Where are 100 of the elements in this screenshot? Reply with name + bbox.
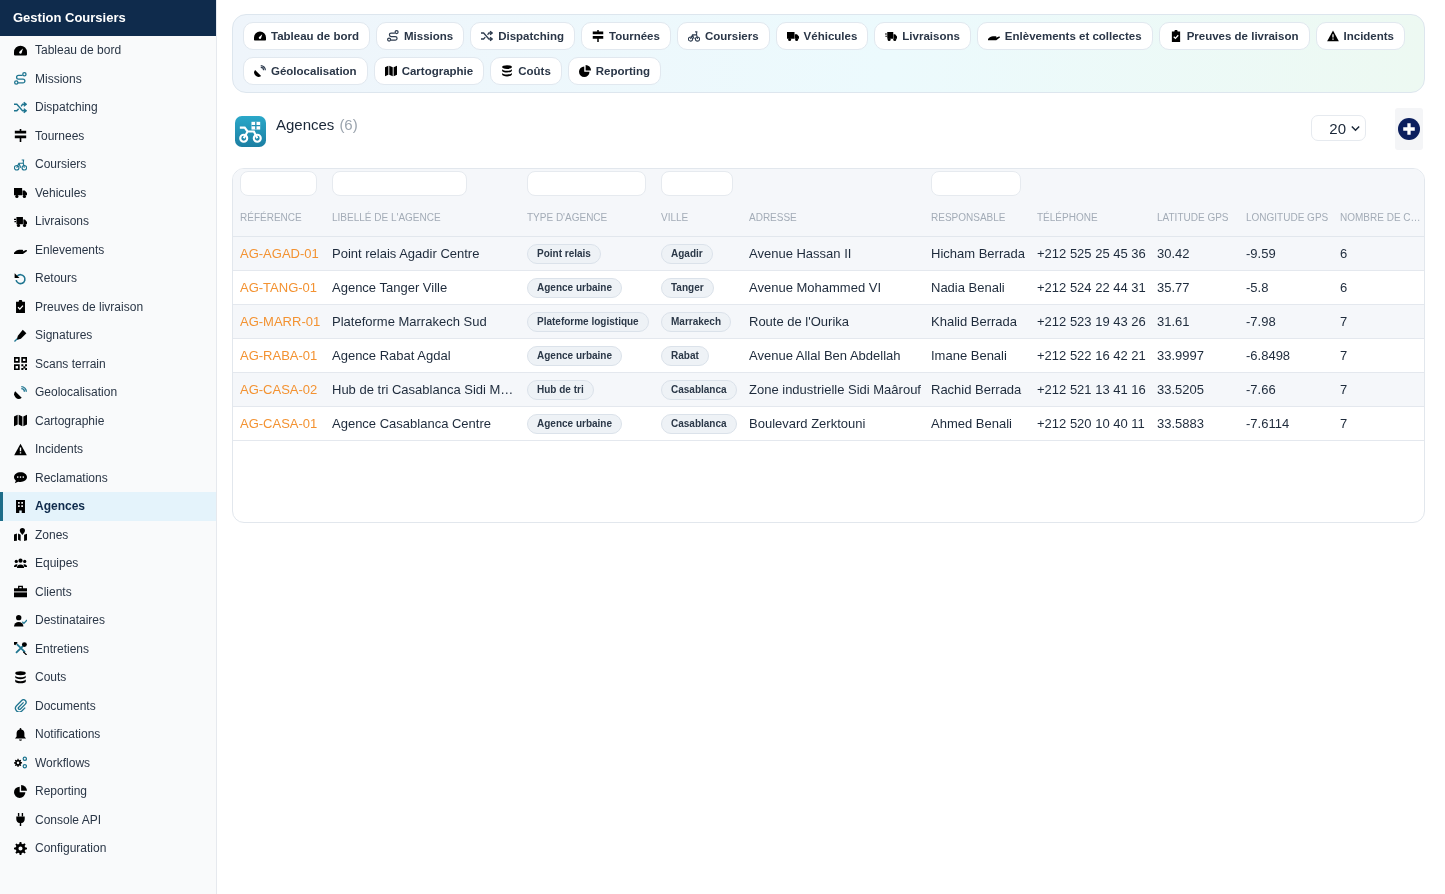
- sidebar-item[interactable]: Destinataires: [0, 606, 216, 635]
- page-size-select[interactable]: 20: [1311, 115, 1366, 141]
- sidebar-item[interactable]: Coursiers: [0, 150, 216, 179]
- sidebar-item[interactable]: Enlevements: [0, 235, 216, 264]
- nav-link[interactable]: Tournées: [581, 22, 671, 50]
- sidebar-item[interactable]: Livraisons: [0, 207, 216, 236]
- filter-field[interactable]: [931, 171, 1021, 196]
- sidebar-item[interactable]: Vehicules: [0, 178, 216, 207]
- table-cell: -7.98: [1246, 314, 1276, 329]
- table-cell: Zone industrielle Sidi Maârouf: [749, 382, 921, 397]
- sidebar-item[interactable]: Tableau de bord: [0, 36, 216, 65]
- nav-link[interactable]: Tableau de bord: [243, 22, 370, 50]
- table-cell: +212 525 25 45 36: [1037, 246, 1146, 261]
- tag: Casablanca: [661, 413, 737, 434]
- nav-link[interactable]: Enlèvements et collectes: [976, 22, 1153, 50]
- filter-field[interactable]: [527, 171, 646, 196]
- clipboard-check-icon: [14, 300, 27, 314]
- nav-link[interactable]: Coûts: [490, 57, 562, 85]
- briefcase-icon: [14, 585, 27, 599]
- table-cell: Plateforme Marrakech Sud: [332, 314, 487, 329]
- nav-link[interactable]: Preuves de livraison: [1158, 22, 1310, 50]
- sidebar-item[interactable]: Workflows: [0, 748, 216, 777]
- sidebar-item[interactable]: Console API: [0, 805, 216, 834]
- pie-chart-icon: [14, 784, 27, 798]
- sidebar-item[interactable]: Configuration: [0, 834, 216, 863]
- column-header: RESPONSABLE: [931, 212, 1006, 223]
- plug-icon: [14, 813, 27, 827]
- fast-truck-icon: [14, 214, 27, 228]
- signpost-icon: [14, 129, 27, 143]
- truck-icon: [14, 186, 27, 200]
- sidebar-item[interactable]: Reclamations: [0, 463, 216, 492]
- table-cell: 35.77: [1157, 280, 1190, 295]
- tag: Rabat: [661, 345, 709, 366]
- nav-link[interactable]: Coursiers: [676, 22, 770, 50]
- nav-link[interactable]: Cartographie: [373, 57, 485, 85]
- filter-field[interactable]: [661, 171, 733, 196]
- map-icon: [384, 65, 397, 77]
- sidebar-item[interactable]: Geolocalisation: [0, 378, 216, 407]
- nav-link[interactable]: Missions: [375, 22, 465, 50]
- nav-link[interactable]: Géolocalisation: [243, 57, 368, 85]
- sidebar-item[interactable]: Preuves de livraison: [0, 292, 216, 321]
- record-count: (6): [339, 116, 358, 134]
- nav-link[interactable]: Incidents: [1315, 22, 1405, 50]
- sidebar-item[interactable]: Incidents: [0, 435, 216, 464]
- signpost-icon: [592, 30, 604, 42]
- column-header: TYPE D'AGENCE: [527, 212, 608, 223]
- sidebar-item[interactable]: Retours: [0, 264, 216, 293]
- sidebar-item[interactable]: Notifications: [0, 720, 216, 749]
- column-header: LONGITUDE GPS: [1246, 212, 1329, 223]
- sidebar-item[interactable]: Missions: [0, 64, 216, 93]
- sidebar-item[interactable]: Tournees: [0, 121, 216, 150]
- tag: Agadir: [661, 243, 713, 264]
- tag: Hub de tri: [527, 379, 594, 400]
- table-cell: Agence Casablanca Centre: [332, 416, 491, 431]
- shuffle-icon: [481, 30, 494, 42]
- tag: Plateforme logistique: [527, 311, 649, 332]
- pie-chart-icon: [578, 65, 591, 77]
- table-cell: -6.8498: [1246, 348, 1291, 363]
- table-cell: Avenue Allal Ben Abdellah: [749, 348, 901, 363]
- table-cell: 7: [1340, 348, 1348, 363]
- nav-link[interactable]: Reporting: [567, 57, 662, 85]
- filter-field[interactable]: [332, 171, 467, 196]
- table-cell: Nadia Benali: [931, 280, 1005, 295]
- map-icon: [14, 414, 27, 428]
- table-cell: +212 522 16 42 21: [1037, 348, 1146, 363]
- table-cell: Khalid Berrada: [931, 314, 1017, 329]
- nav-link[interactable]: Livraisons: [874, 22, 971, 50]
- sidebar-item[interactable]: Scans terrain: [0, 349, 216, 378]
- nav-link[interactable]: Dispatching: [470, 22, 575, 50]
- sidebar-item[interactable]: Signatures: [0, 321, 216, 350]
- nav-link[interactable]: Véhicules: [775, 22, 869, 50]
- plus-circle-icon: [1398, 118, 1420, 140]
- sidebar-item[interactable]: Documents: [0, 691, 216, 720]
- chat-bubble-icon: [14, 471, 27, 485]
- sidebar-item[interactable]: Agences: [0, 492, 216, 521]
- table-cell: 6: [1340, 246, 1348, 261]
- coins-icon: [501, 65, 514, 77]
- sidebar-item[interactable]: Reporting: [0, 777, 216, 806]
- user-check-icon: [14, 613, 27, 627]
- column-header: LATITUDE GPS: [1157, 212, 1229, 223]
- sidebar-item[interactable]: Zones: [0, 520, 216, 549]
- sidebar-item[interactable]: Couts: [0, 663, 216, 692]
- cargo-bike-icon: [235, 116, 266, 147]
- warning-icon: [1326, 30, 1339, 42]
- add-button[interactable]: [1395, 108, 1423, 150]
- gauge-icon: [254, 30, 266, 42]
- sidebar-item[interactable]: Entretiens: [0, 634, 216, 663]
- table-cell: 33.5205: [1157, 382, 1204, 397]
- tag: Marrakech: [661, 311, 732, 332]
- sidebar-item[interactable]: Clients: [0, 577, 216, 606]
- column-header: LIBELLÉ DE L'AGENCE: [332, 212, 441, 223]
- rotate-left-icon: [14, 271, 27, 285]
- map-pin-icon: [14, 528, 27, 542]
- sidebar-item[interactable]: Dispatching: [0, 93, 216, 122]
- sidebar-item[interactable]: Equipes: [0, 549, 216, 578]
- gauge-icon: [14, 43, 27, 57]
- sidebar-item[interactable]: Cartographie: [0, 406, 216, 435]
- building-icon: [14, 499, 27, 513]
- filter-field[interactable]: [240, 171, 317, 196]
- table-cell: Agence Tanger Ville: [332, 280, 448, 295]
